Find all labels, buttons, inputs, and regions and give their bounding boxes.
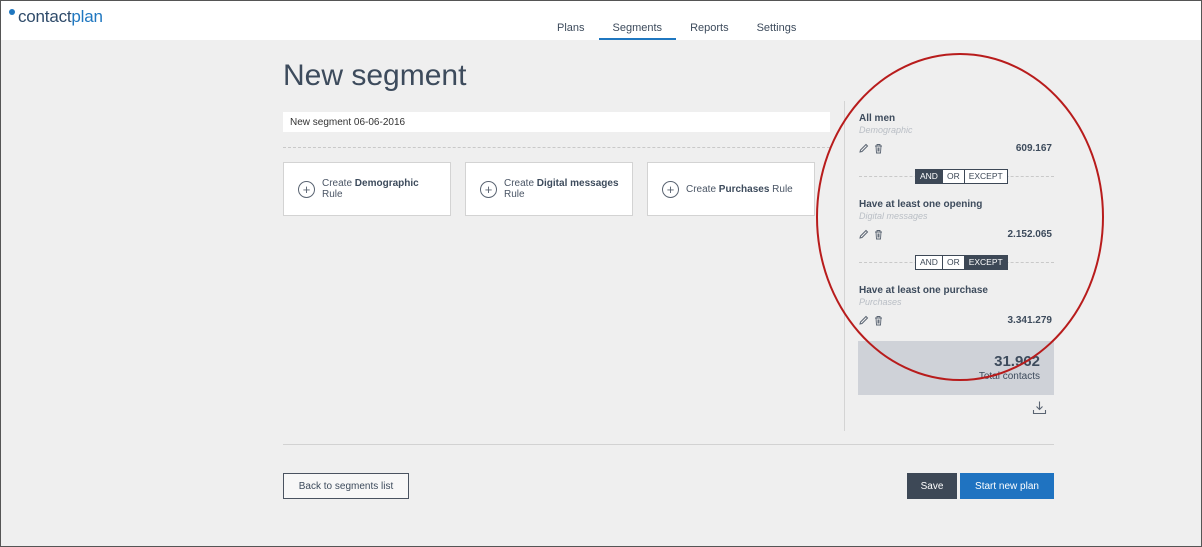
- tab-reports[interactable]: Reports: [676, 1, 743, 40]
- pencil-icon[interactable]: [858, 143, 869, 154]
- segment-name-input[interactable]: [283, 112, 830, 132]
- contactplan-logo[interactable]: contactplan: [9, 7, 103, 27]
- operator-and[interactable]: AND: [916, 170, 943, 183]
- trash-icon[interactable]: [873, 229, 884, 240]
- rule-actions: [858, 143, 884, 154]
- rule-category: Purchases: [859, 297, 902, 307]
- rule-title: All men: [859, 113, 896, 124]
- rule-actions: [858, 229, 884, 240]
- rule-title: Have at least one purchase: [859, 285, 988, 296]
- pencil-icon[interactable]: [858, 315, 869, 326]
- top-bar: contactplan Plans Segments Reports Setti…: [1, 1, 1201, 40]
- create-demographic-rule-card[interactable]: + Create Demographic Rule: [283, 162, 451, 216]
- download-icon[interactable]: [1032, 400, 1047, 415]
- logo-dot-icon: [9, 9, 15, 15]
- operator-and[interactable]: AND: [916, 256, 943, 269]
- rule-actions: [858, 315, 884, 326]
- rule-count: 2.152.065: [1007, 229, 1053, 240]
- tab-plans[interactable]: Plans: [543, 1, 599, 40]
- plus-circle-icon: +: [298, 180, 315, 198]
- rule-title: Have at least one opening: [859, 199, 983, 210]
- trash-icon[interactable]: [873, 143, 884, 154]
- operator-toggle: AND OR EXCEPT: [915, 169, 1008, 184]
- footer-divider: [283, 444, 1054, 445]
- sidebar-divider: [844, 101, 845, 431]
- operator-toggle: AND OR EXCEPT: [915, 255, 1008, 270]
- back-to-segments-button[interactable]: Back to segments list: [283, 473, 409, 499]
- main-nav: Plans Segments Reports Settings: [543, 1, 810, 40]
- operator-row: AND OR EXCEPT: [859, 169, 1054, 184]
- create-rule-text: Create Purchases Rule: [686, 183, 793, 195]
- rule-count: 3.341.279: [1007, 315, 1053, 326]
- plus-circle-icon: +: [662, 180, 679, 198]
- logo-text-contact: contact: [18, 7, 72, 26]
- dashed-divider: [283, 147, 830, 148]
- create-purchases-rule-card[interactable]: + Create Purchases Rule: [647, 162, 815, 216]
- page-title: New segment: [283, 59, 467, 92]
- total-contacts-value: 31.962: [994, 353, 1040, 370]
- trash-icon[interactable]: [873, 315, 884, 326]
- save-button[interactable]: Save: [907, 473, 957, 499]
- operator-except[interactable]: EXCEPT: [964, 170, 1007, 183]
- rule-category: Demographic: [859, 125, 913, 135]
- plus-circle-icon: +: [480, 180, 497, 198]
- pencil-icon[interactable]: [858, 229, 869, 240]
- logo-text-plan: plan: [71, 7, 103, 26]
- create-rule-text: Create Demographic Rule: [322, 178, 419, 200]
- total-contacts-box: 31.962 Total contacts: [858, 341, 1054, 395]
- operator-or[interactable]: OR: [942, 256, 965, 269]
- create-rule-text: Create Digital messages Rule: [504, 178, 619, 200]
- start-new-plan-button[interactable]: Start new plan: [960, 473, 1054, 499]
- rule-count: 609.167: [1015, 143, 1052, 154]
- operator-or[interactable]: OR: [942, 170, 965, 183]
- rule-category: Digital messages: [859, 211, 928, 221]
- operator-row: AND OR EXCEPT: [859, 255, 1054, 270]
- total-contacts-label: Total contacts: [978, 371, 1040, 382]
- create-digital-messages-rule-card[interactable]: + Create Digital messages Rule: [465, 162, 633, 216]
- tab-segments[interactable]: Segments: [598, 1, 677, 40]
- tab-settings[interactable]: Settings: [743, 1, 811, 40]
- operator-except[interactable]: EXCEPT: [964, 256, 1007, 269]
